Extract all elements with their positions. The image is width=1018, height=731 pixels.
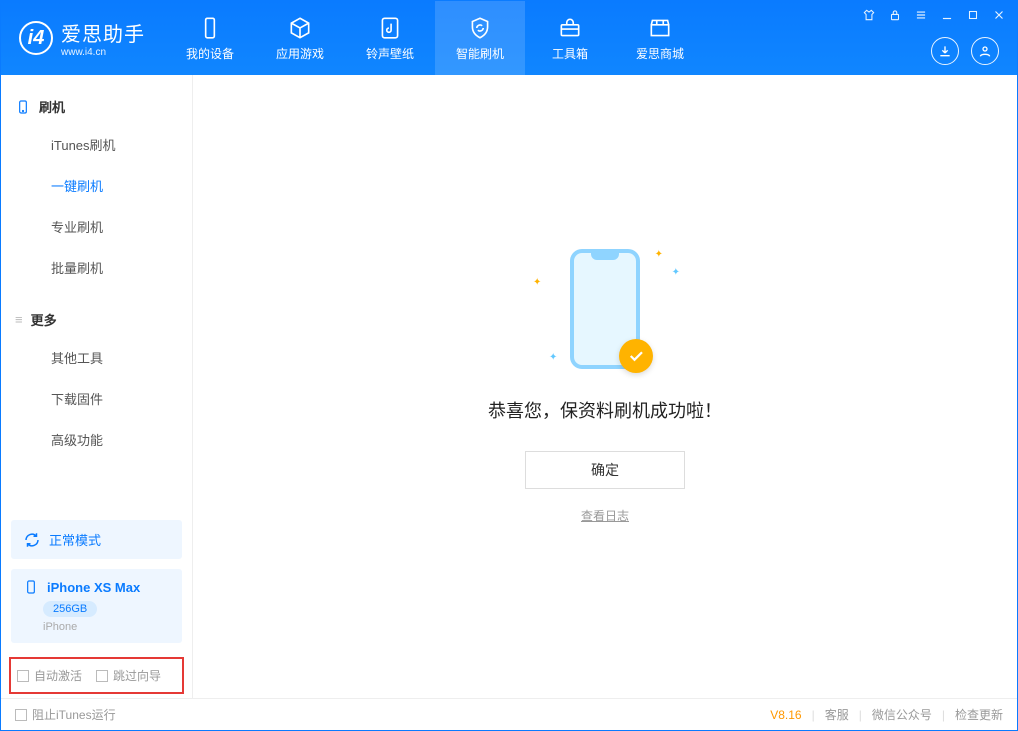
lock-icon[interactable] [887, 7, 903, 23]
nav-tabs: 我的设备 应用游戏 铃声壁纸 智能刷机 工具箱 爱思商城 [165, 1, 705, 75]
check-badge-icon [619, 339, 653, 373]
tab-label: 智能刷机 [456, 45, 504, 62]
status-right: V8.16 | 客服 | 微信公众号 | 检查更新 [770, 706, 1003, 723]
statusbar: 阻止iTunes运行 V8.16 | 客服 | 微信公众号 | 检查更新 [1, 698, 1017, 730]
highlighted-options: 自动激活 跳过向导 [9, 657, 184, 694]
checkbox-icon [17, 670, 29, 682]
tab-apps-games[interactable]: 应用游戏 [255, 1, 345, 75]
link-wechat[interactable]: 微信公众号 [872, 706, 932, 723]
app-title: 爱思助手 [61, 18, 145, 47]
device-icon [23, 579, 39, 595]
sparkle-icon: ✦ [672, 267, 680, 278]
list-icon: ≡ [15, 312, 23, 327]
cube-icon [287, 15, 313, 41]
toolbox-icon [557, 15, 583, 41]
main-content: ✦ ✦ ✦ ✦ 恭喜您，保资料刷机成功啦！ 确定 查看日志 [193, 75, 1017, 698]
sidebar-section-flash: 刷机 iTunes刷机 一键刷机 专业刷机 批量刷机 [1, 75, 192, 288]
store-icon [647, 15, 673, 41]
sidebar-section-more: ≡ 更多 其他工具 下载固件 高级功能 [1, 288, 192, 460]
tab-label: 铃声壁纸 [366, 45, 414, 62]
checkbox-label: 阻止iTunes运行 [32, 706, 116, 723]
titlebar: i4 爱思助手 www.i4.cn 我的设备 应用游戏 铃声壁纸 智能刷机 [1, 1, 1017, 75]
sidebar-item-other-tools[interactable]: 其他工具 [1, 337, 192, 378]
sparkle-icon: ✦ [533, 277, 541, 288]
sidebar-item-onekey-flash[interactable]: 一键刷机 [1, 165, 192, 206]
tab-my-device[interactable]: 我的设备 [165, 1, 255, 75]
sidebar-item-batch-flash[interactable]: 批量刷机 [1, 247, 192, 288]
device-icon [197, 15, 223, 41]
version-label: V8.16 [770, 708, 801, 722]
checkbox-icon [96, 670, 108, 682]
sidebar-header-flash: 刷机 [1, 89, 192, 124]
window-controls-top [861, 7, 1007, 23]
music-file-icon [377, 15, 403, 41]
device-box[interactable]: iPhone XS Max 256GB iPhone [11, 569, 182, 643]
sidebar-item-download-firmware[interactable]: 下载固件 [1, 378, 192, 419]
tab-label: 应用游戏 [276, 45, 324, 62]
tab-toolbox[interactable]: 工具箱 [525, 1, 615, 75]
shirt-icon[interactable] [861, 7, 877, 23]
account-button[interactable] [971, 37, 999, 65]
tab-smart-flash[interactable]: 智能刷机 [435, 1, 525, 75]
checkbox-icon [15, 709, 27, 721]
menu-icon[interactable] [913, 7, 929, 23]
sidebar: 刷机 iTunes刷机 一键刷机 专业刷机 批量刷机 ≡ 更多 其他工具 下载固… [1, 75, 193, 698]
tab-store[interactable]: 爱思商城 [615, 1, 705, 75]
tab-label: 工具箱 [552, 45, 588, 62]
app-subtitle: www.i4.cn [61, 47, 145, 58]
minimize-icon[interactable] [939, 7, 955, 23]
checkbox-auto-activate[interactable]: 自动激活 [17, 667, 82, 684]
sidebar-item-advanced[interactable]: 高级功能 [1, 419, 192, 460]
download-button[interactable] [931, 37, 959, 65]
sparkle-icon: ✦ [655, 249, 663, 260]
app-window: i4 爱思助手 www.i4.cn 我的设备 应用游戏 铃声壁纸 智能刷机 [0, 0, 1018, 731]
close-icon[interactable] [991, 7, 1007, 23]
phone-icon [15, 99, 31, 115]
success-illustration: ✦ ✦ ✦ ✦ [525, 249, 685, 379]
link-support[interactable]: 客服 [825, 706, 849, 723]
shield-refresh-icon [467, 15, 493, 41]
sidebar-header-label: 更多 [31, 310, 57, 329]
ok-button[interactable]: 确定 [525, 451, 685, 489]
checkbox-label: 跳过向导 [113, 667, 161, 684]
sidebar-item-pro-flash[interactable]: 专业刷机 [1, 206, 192, 247]
device-name: iPhone XS Max [47, 580, 140, 595]
link-check-update[interactable]: 检查更新 [955, 706, 1003, 723]
device-storage: 256GB [43, 601, 97, 617]
checkbox-label: 自动激活 [34, 667, 82, 684]
maximize-icon[interactable] [965, 7, 981, 23]
mode-label: 正常模式 [49, 530, 101, 549]
tab-label: 我的设备 [186, 45, 234, 62]
refresh-icon [23, 531, 41, 549]
header-actions [931, 37, 999, 65]
tab-ringtones-wallpapers[interactable]: 铃声壁纸 [345, 1, 435, 75]
device-type: iPhone [43, 621, 170, 633]
checkbox-block-itunes[interactable]: 阻止iTunes运行 [15, 706, 116, 723]
view-log-link[interactable]: 查看日志 [581, 507, 629, 524]
mode-box[interactable]: 正常模式 [11, 520, 182, 559]
logo-icon: i4 [19, 21, 53, 55]
sidebar-item-itunes-flash[interactable]: iTunes刷机 [1, 124, 192, 165]
logo: i4 爱思助手 www.i4.cn [19, 18, 145, 58]
tab-label: 爱思商城 [636, 45, 684, 62]
sidebar-header-more: ≡ 更多 [1, 302, 192, 337]
body: 刷机 iTunes刷机 一键刷机 专业刷机 批量刷机 ≡ 更多 其他工具 下载固… [1, 75, 1017, 698]
sidebar-header-label: 刷机 [39, 97, 65, 116]
checkbox-skip-wizard[interactable]: 跳过向导 [96, 667, 161, 684]
success-message: 恭喜您，保资料刷机成功啦！ [488, 397, 722, 423]
sparkle-icon: ✦ [549, 352, 557, 363]
